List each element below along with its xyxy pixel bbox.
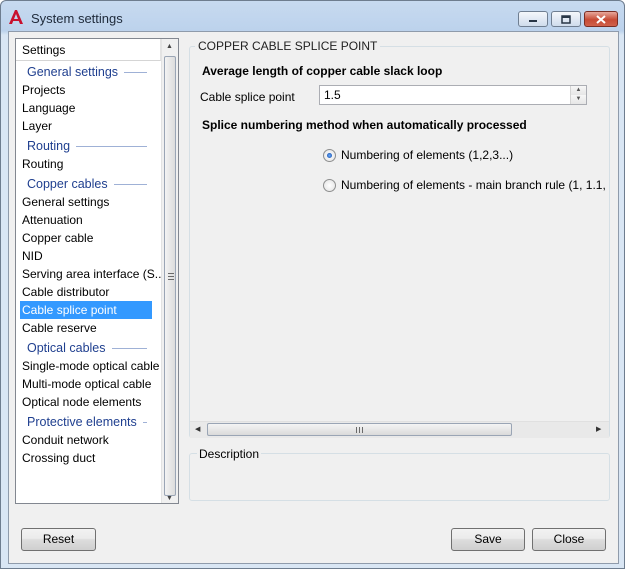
tree-group-header: General settings bbox=[16, 61, 161, 81]
slack-loop-heading: Average length of copper cable slack loo… bbox=[202, 64, 443, 78]
tree-item-label: Layer bbox=[22, 119, 53, 133]
scroll-right-icon[interactable]: ▶ bbox=[596, 425, 601, 433]
tree-item-label: Cable reserve bbox=[22, 321, 97, 335]
tree-group-label: Optical cables bbox=[27, 341, 106, 355]
close-icon bbox=[596, 14, 606, 24]
tree-vertical-scrollbar[interactable]: ▲ ▼ bbox=[161, 39, 178, 503]
tree-item-label: Serving area interface (S... bbox=[22, 267, 161, 281]
tree-group-label: General settings bbox=[27, 65, 119, 79]
group-divider bbox=[143, 422, 147, 423]
title-bar[interactable]: System settings bbox=[1, 1, 624, 35]
tree-header[interactable]: Settings bbox=[16, 39, 161, 61]
group-divider bbox=[124, 72, 147, 73]
minimize-icon bbox=[529, 20, 537, 22]
tree-item[interactable]: Cable reserve bbox=[16, 319, 161, 337]
tree-list: General settings Projects Language Layer Rou… bbox=[16, 61, 161, 467]
option-simple-label: Numbering of elements (1,2,3...) bbox=[341, 148, 514, 162]
option-main-branch-label: Numbering of elements - main branch rule… bbox=[341, 179, 608, 192]
tree-item[interactable]: Optical node elements bbox=[16, 393, 161, 411]
tree-item[interactable]: NID bbox=[16, 247, 161, 265]
tree-group-label: Copper cables bbox=[27, 177, 108, 191]
grip-icon bbox=[168, 273, 174, 282]
spinner-buttons: ▲ ▼ bbox=[570, 86, 586, 104]
panel-scroll-thumb[interactable] bbox=[207, 423, 512, 436]
splice-point-value[interactable]: 1.5 bbox=[324, 88, 341, 102]
tree-item-label: Multi-mode optical cable bbox=[22, 377, 152, 391]
system-settings-window: System settings Settings General setting… bbox=[0, 0, 625, 569]
tree-item-label: Copper cable bbox=[22, 231, 94, 245]
app-logo-icon bbox=[9, 10, 23, 24]
tree-item[interactable]: Routing bbox=[16, 155, 161, 173]
tree-group-label: Routing bbox=[27, 139, 71, 153]
panel-horizontal-scrollbar[interactable]: ◀ ▶ bbox=[190, 421, 609, 438]
tree-item-label: Cable splice point bbox=[22, 303, 117, 317]
dialog-body: Settings General settings Projects Languag… bbox=[8, 31, 619, 564]
tree-item-label: Cable distributor bbox=[22, 285, 110, 299]
scroll-down-icon[interactable]: ▼ bbox=[166, 495, 173, 502]
radio-unselected-icon[interactable] bbox=[323, 179, 336, 192]
tree-item[interactable]: Cable splice point bbox=[20, 301, 152, 319]
settings-tree: Settings General settings Projects Languag… bbox=[15, 38, 179, 504]
tree-group-header: Optical cables bbox=[16, 337, 161, 357]
minimize-button[interactable] bbox=[518, 11, 548, 27]
tree-item-label: Crossing duct bbox=[22, 451, 96, 465]
tree-item[interactable]: General settings bbox=[16, 193, 161, 211]
tree-item[interactable]: Copper cable bbox=[16, 229, 161, 247]
grip-icon bbox=[356, 427, 363, 433]
splice-point-spinner[interactable]: 1.5 ▲ ▼ bbox=[319, 85, 587, 105]
tree-item-label: Optical node elements bbox=[22, 395, 142, 409]
section-title: COPPER CABLE SPLICE POINT bbox=[195, 39, 381, 53]
tree-item[interactable]: Attenuation bbox=[16, 211, 161, 229]
tree-item[interactable]: Language bbox=[16, 99, 161, 117]
tree-item-label: NID bbox=[22, 249, 43, 263]
tree-group-header: Routing bbox=[16, 135, 161, 155]
reset-button[interactable]: Reset bbox=[21, 528, 96, 551]
tree-item[interactable]: Serving area interface (S... bbox=[16, 265, 161, 283]
group-divider bbox=[112, 348, 147, 349]
scroll-left-icon[interactable]: ◀ bbox=[195, 425, 200, 433]
tree-item[interactable]: Crossing duct bbox=[16, 449, 161, 467]
maximize-button[interactable] bbox=[551, 11, 581, 27]
tree-group-label: Protective elements bbox=[27, 415, 137, 429]
tree-item-label: General settings bbox=[22, 195, 110, 209]
group-divider bbox=[76, 146, 147, 147]
tree-item[interactable]: Layer bbox=[16, 117, 161, 135]
numbering-heading: Splice numbering method when automatical… bbox=[202, 118, 527, 132]
tree-group-header: Protective elements bbox=[16, 411, 161, 431]
tree-item[interactable]: Multi-mode optical cable bbox=[16, 375, 161, 393]
scroll-up-icon[interactable]: ▲ bbox=[166, 43, 173, 50]
close-button[interactable]: Close bbox=[532, 528, 606, 551]
description-label: Description bbox=[197, 447, 262, 461]
tree-item-label: Attenuation bbox=[22, 213, 83, 227]
tree-item[interactable]: Projects bbox=[16, 81, 161, 99]
window-title: System settings bbox=[31, 11, 123, 26]
tree-item-label: Conduit network bbox=[22, 433, 109, 447]
spin-down-icon[interactable]: ▼ bbox=[571, 95, 586, 104]
tree-scroll-thumb[interactable] bbox=[164, 56, 176, 496]
tree-item-label: Single-mode optical cable bbox=[22, 359, 160, 373]
tree-item-label: Projects bbox=[22, 83, 66, 97]
tree-item[interactable]: Conduit network bbox=[16, 431, 161, 449]
numbering-option-main-branch[interactable]: Numbering of elements - main branch rule… bbox=[323, 179, 608, 195]
tree-item[interactable]: Cable distributor bbox=[16, 283, 161, 301]
radio-selected-icon[interactable] bbox=[323, 149, 336, 162]
tree-group-header: Copper cables bbox=[16, 173, 161, 193]
tree-item[interactable]: Single-mode optical cable bbox=[16, 357, 161, 375]
close-window-button[interactable] bbox=[584, 11, 618, 27]
group-divider bbox=[114, 184, 147, 185]
tree-item-label: Language bbox=[22, 101, 76, 115]
splice-point-label: Cable splice point bbox=[200, 90, 295, 104]
save-button[interactable]: Save bbox=[451, 528, 525, 551]
maximize-icon bbox=[561, 14, 571, 24]
tree-item-label: Routing bbox=[22, 157, 64, 171]
spin-up-icon[interactable]: ▲ bbox=[571, 86, 586, 95]
